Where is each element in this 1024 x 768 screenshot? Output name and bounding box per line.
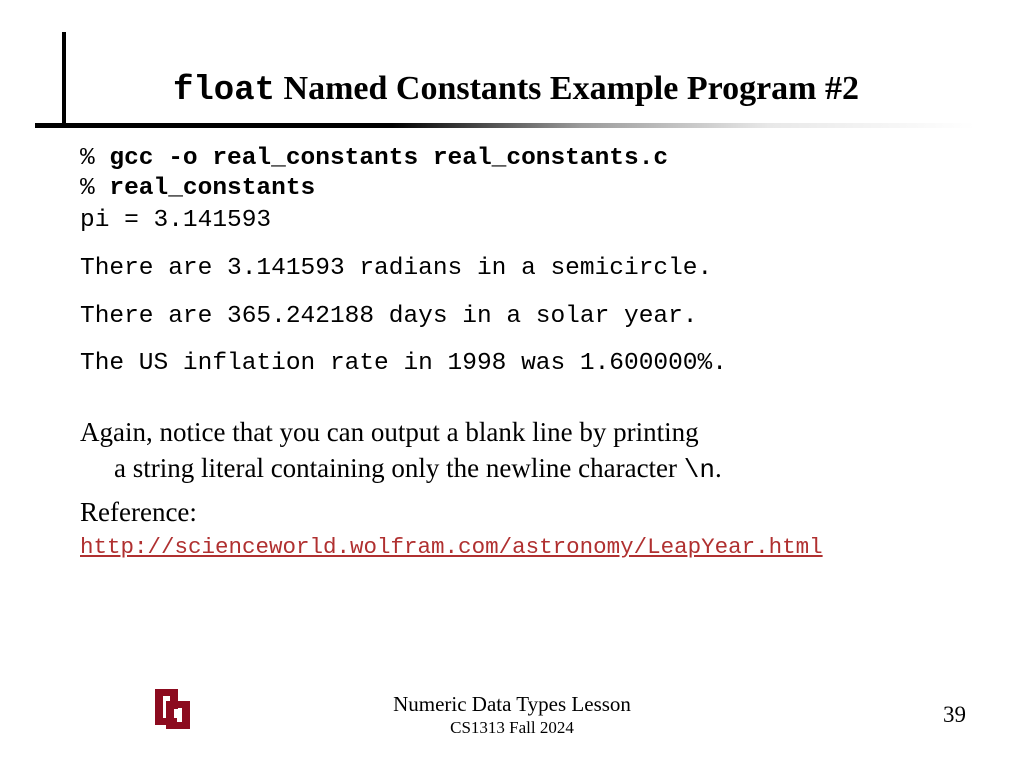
reference-link[interactable]: http://scienceworld.wolfram.com/astronom…: [80, 534, 823, 560]
program-output: pi = 3.141593 There are 3.141593 radians…: [80, 206, 960, 380]
page-number: 39: [943, 702, 966, 728]
output-line-2: There are 3.141593 radians in a semicirc…: [80, 254, 960, 284]
note-line-2a: a string literal containing only the new…: [114, 453, 684, 483]
footer-course: CS1313 Fall 2024: [0, 718, 1024, 738]
title-rest: Named Constants Example Program #2: [275, 70, 859, 107]
reference-label: Reference:: [80, 497, 960, 528]
output-line-4: The US inflation rate in 1998 was 1.6000…: [80, 349, 960, 379]
note-line-2b: .: [715, 453, 722, 483]
shell-command-2: real_constants: [109, 175, 315, 202]
note-line-2: a string literal containing only the new…: [80, 451, 960, 487]
slide-title: float Named Constants Example Program #2: [66, 70, 966, 110]
footer-lesson-title: Numeric Data Types Lesson: [0, 692, 1024, 717]
title-horizontal-rule: [35, 123, 975, 128]
shell-prompt: %: [80, 145, 109, 172]
footer-center: Numeric Data Types Lesson CS1313 Fall 20…: [0, 692, 1024, 738]
explanatory-note: Again, notice that you can output a blan…: [80, 415, 960, 487]
output-line-1: pi = 3.141593: [80, 206, 960, 236]
shell-command-1: gcc -o real_constants real_constants.c: [109, 145, 668, 172]
slide-footer: Numeric Data Types Lesson CS1313 Fall 20…: [0, 690, 1024, 740]
output-line-3: There are 365.242188 days in a solar yea…: [80, 302, 960, 332]
slide: float Named Constants Example Program #2…: [0, 0, 1024, 768]
shell-prompt: %: [80, 175, 109, 202]
slide-content: % gcc -o real_constants real_constants.c…: [80, 144, 960, 560]
shell-line-1: % gcc -o real_constants real_constants.c: [80, 144, 960, 174]
newline-token: \n: [684, 455, 715, 485]
title-code-word: float: [173, 72, 275, 110]
shell-line-2: % real_constants: [80, 174, 960, 204]
note-line-1: Again, notice that you can output a blan…: [80, 417, 699, 447]
